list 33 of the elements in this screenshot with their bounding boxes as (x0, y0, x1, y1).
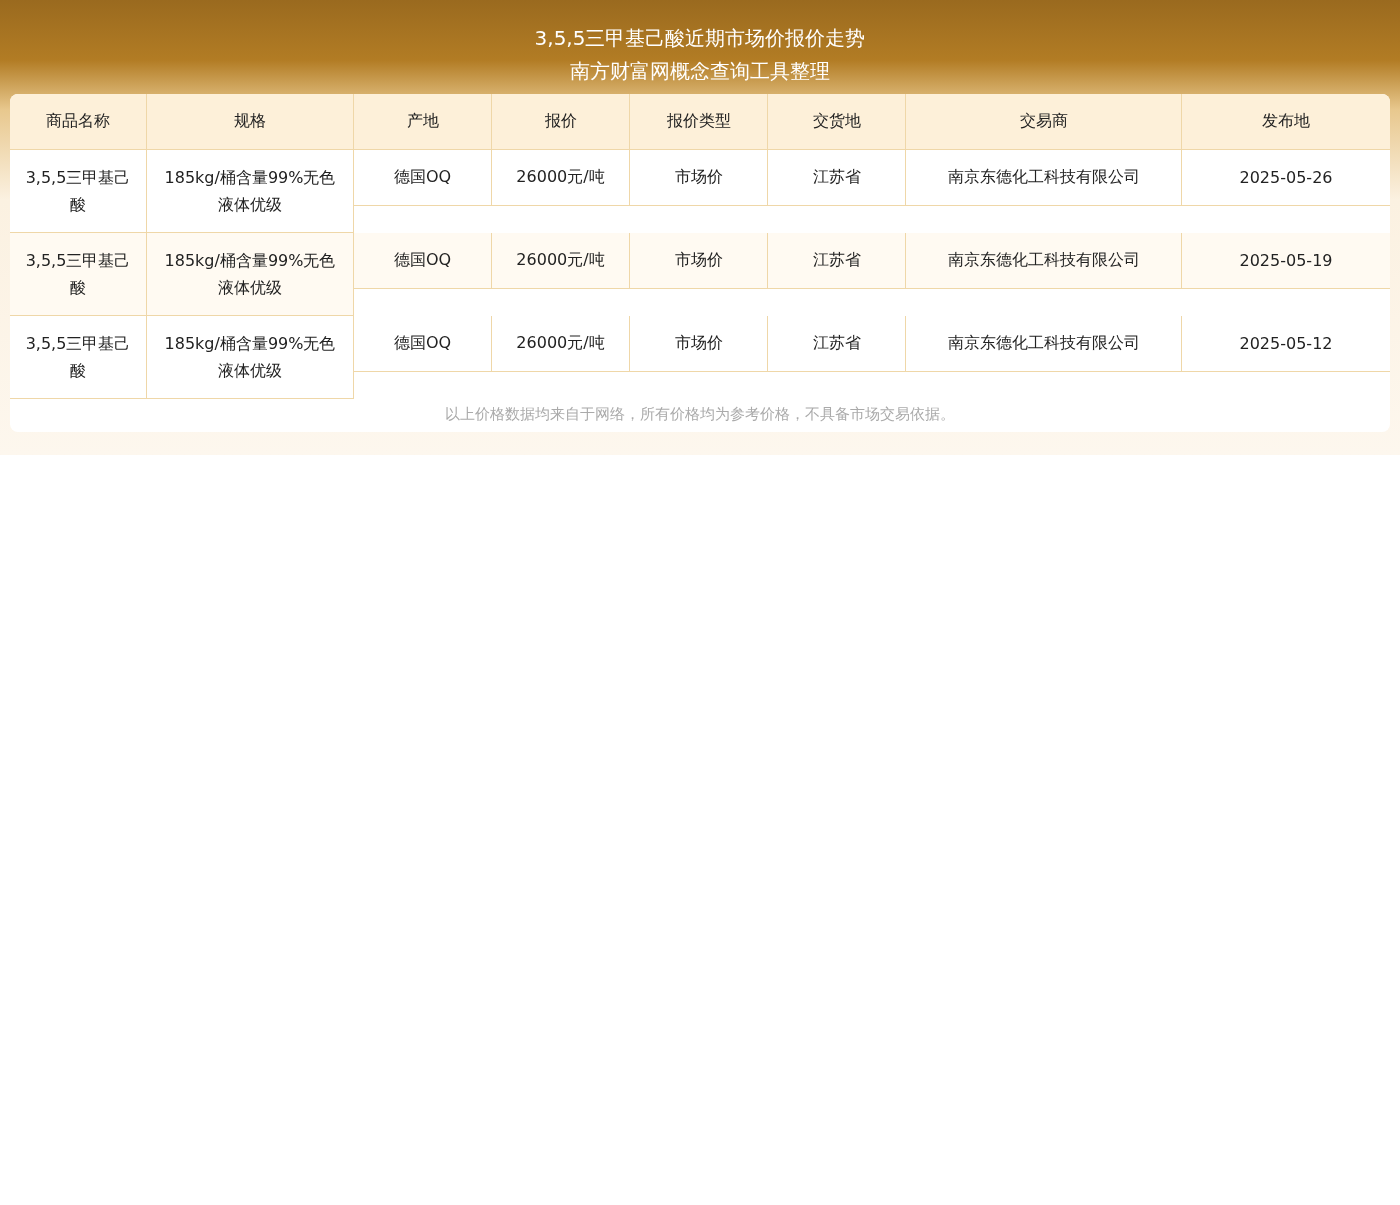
table-cell: 2025-05-19 (1182, 233, 1390, 289)
column-header: 交货地 (768, 94, 906, 150)
table-cell: 26000元/吨 (492, 233, 630, 289)
column-header: 报价 (492, 94, 630, 150)
column-header: 发布地 (1182, 94, 1390, 150)
table-cell: 德国OQ (354, 150, 492, 206)
table-cell: 江苏省 (768, 316, 906, 372)
page-title: 3,5,5三甲基己酸近期市场价报价走势 (533, 25, 867, 52)
table-cell: 2025-05-26 (1182, 150, 1390, 206)
table-cell: 江苏省 (768, 233, 906, 289)
table-cell: 市场价 (630, 316, 768, 372)
column-header: 规格 (147, 94, 354, 150)
table-cell: 3,5,5三甲基己酸 (10, 316, 147, 399)
table-cell: 江苏省 (768, 150, 906, 206)
table-cell: 南京东德化工科技有限公司 (906, 150, 1182, 206)
table-cell: 26000元/吨 (492, 316, 630, 372)
column-header: 产地 (354, 94, 492, 150)
page-subtitle: 南方财富网概念查询工具整理 (569, 58, 831, 85)
table-cell: 德国OQ (354, 233, 492, 289)
table-cell: 南京东德化工科技有限公司 (906, 316, 1182, 372)
table-cell: 德国OQ (354, 316, 492, 372)
table-cell: 3,5,5三甲基己酸 (10, 233, 147, 316)
table-cell: 26000元/吨 (492, 150, 630, 206)
table-cell: 南京东德化工科技有限公司 (906, 233, 1182, 289)
disclaimer-text: 以上价格数据均来自于网络，所有价格均为参考价格，不具备市场交易依据。 (444, 404, 956, 425)
table-cell: 市场价 (630, 233, 768, 289)
table-cell: 185kg/桶含量99%无色液体优级 (147, 233, 354, 316)
table-cell: 2025-05-12 (1182, 316, 1390, 372)
column-header: 交易商 (906, 94, 1182, 150)
table-cell: 市场价 (630, 150, 768, 206)
column-header: 报价类型 (630, 94, 768, 150)
column-header: 商品名称 (10, 94, 147, 150)
table-cell: 185kg/桶含量99%无色液体优级 (147, 316, 354, 399)
